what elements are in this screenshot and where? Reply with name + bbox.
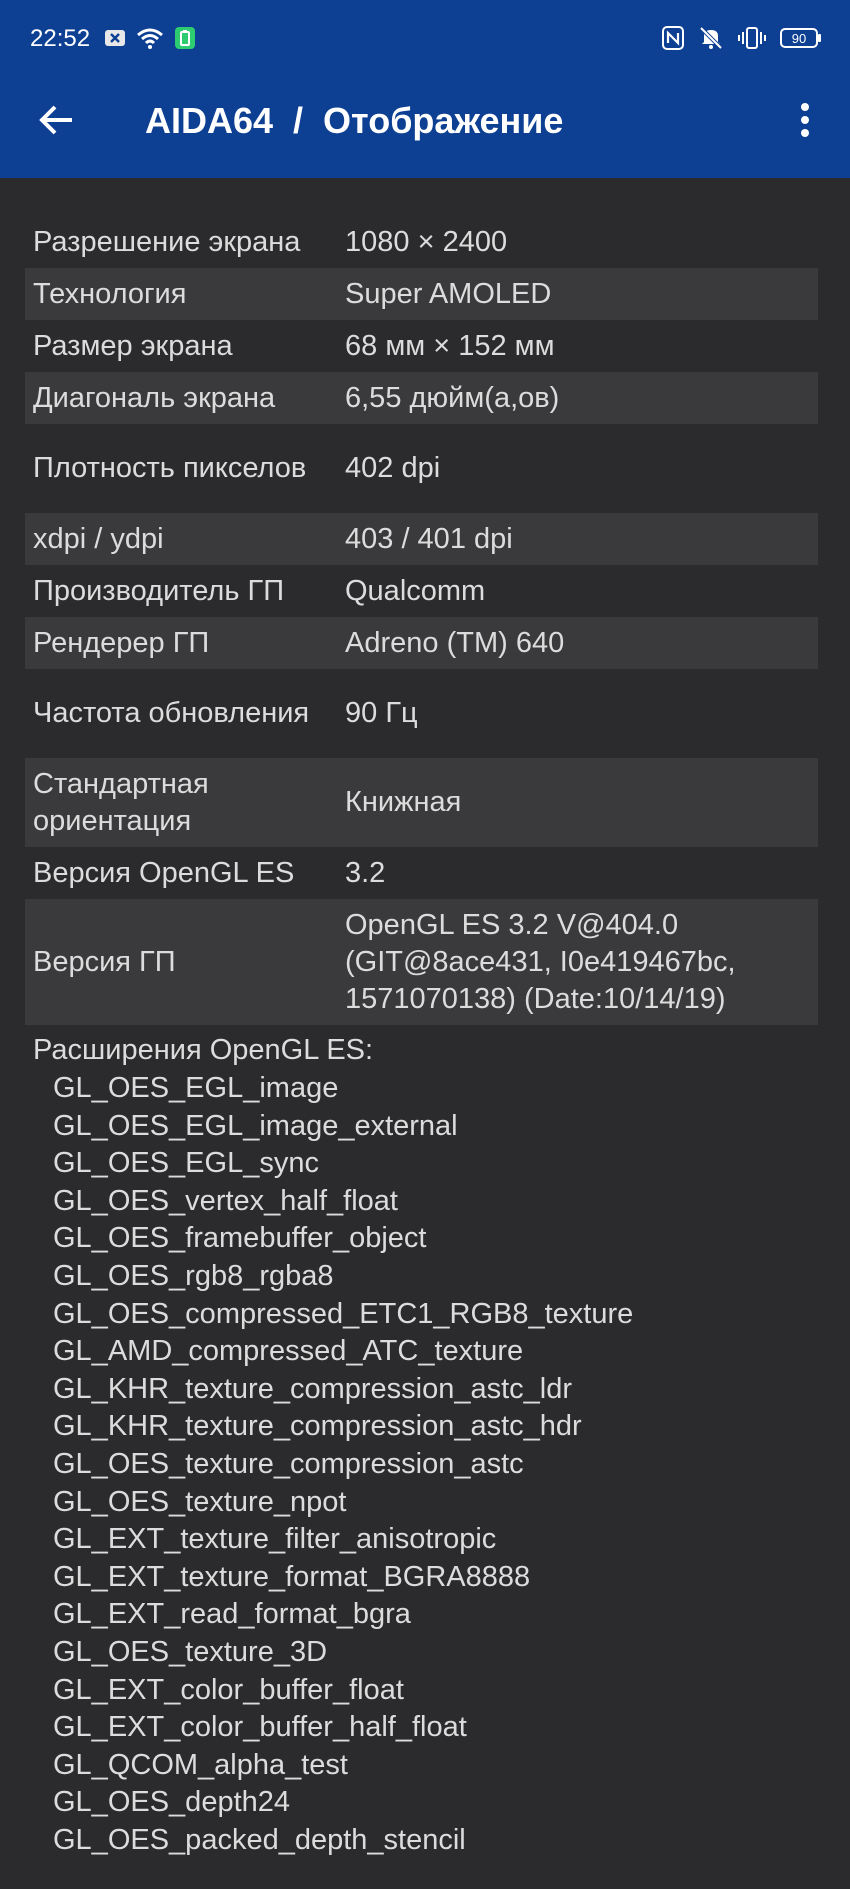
extension-item: GL_OES_EGL_sync — [53, 1147, 319, 1180]
wifi-icon — [136, 27, 164, 54]
info-row: Разрешение экрана 1080 × 2400 — [25, 216, 818, 268]
info-value: 68 мм × 152 мм — [345, 329, 555, 362]
info-value: 403 / 401 dpi — [345, 522, 513, 555]
status-time: 22:52 — [30, 25, 91, 52]
info-key: Стандартная ориентация — [33, 767, 209, 837]
extensions-title: Расширения OpenGL ES: — [33, 1034, 374, 1066]
info-value: Qualcomm — [345, 574, 486, 607]
arrow-back-icon — [38, 104, 74, 141]
info-key: Версия ГП — [33, 945, 176, 978]
info-value: Adreno (TM) 640 — [345, 626, 565, 659]
notification-x-icon — [104, 28, 126, 53]
more-vert-icon — [800, 102, 810, 142]
extension-item: GL_OES_texture_compression_astc — [53, 1447, 524, 1480]
info-row: Размер экрана 68 мм × 152 мм — [25, 320, 818, 372]
extension-item: GL_OES_compressed_ETC1_RGB8_texture — [53, 1297, 634, 1330]
info-value: 3.2 — [345, 856, 386, 889]
info-key: Разрешение экрана — [33, 225, 301, 258]
info-row: Технология Super AMOLED — [25, 268, 818, 320]
info-row: xdpi / ydpi 403 / 401 dpi — [25, 513, 818, 565]
status-right-icons: 90 — [662, 25, 822, 55]
battery-level: 90 — [792, 31, 806, 46]
info-key: Производитель ГП — [33, 574, 285, 607]
info-value: 6,55 дюйм(а,ов) — [345, 381, 560, 414]
info-value: 1080 × 2400 — [345, 225, 508, 258]
info-row: Версия ГП OpenGL ES 3.2 V@404.0 (GIT@8ac… — [25, 899, 818, 1025]
battery-icon: 90 — [780, 27, 822, 54]
extension-item: GL_QCOM_alpha_test — [53, 1748, 348, 1781]
app-bar: AIDA64 / Отображение — [0, 66, 850, 178]
overflow-menu-button[interactable] — [780, 92, 830, 152]
extension-item: GL_OES_EGL_image — [53, 1072, 339, 1104]
info-value: Super AMOLED — [345, 277, 552, 310]
info-key: Технология — [33, 277, 187, 310]
extension-item: GL_OES_depth24 — [53, 1786, 291, 1819]
info-row: Версия OpenGL ES 3.2 — [25, 847, 818, 899]
extension-item: GL_KHR_texture_compression_astc_ldr — [53, 1372, 573, 1405]
extension-item: GL_OES_texture_npot — [53, 1485, 347, 1518]
extension-item: GL_OES_texture_3D — [53, 1635, 328, 1668]
extension-item: GL_EXT_texture_format_BGRA8888 — [53, 1560, 531, 1593]
extension-item: GL_OES_rgb8_rgba8 — [53, 1259, 334, 1292]
info-value: 402 dpi — [345, 452, 441, 484]
extension-item: GL_OES_packed_depth_stencil — [53, 1823, 466, 1856]
battery-saver-icon — [174, 26, 196, 55]
extension-item: GL_EXT_read_format_bgra — [53, 1598, 411, 1631]
extension-item: GL_EXT_color_buffer_float — [53, 1673, 404, 1706]
info-key: Диагональ экрана — [33, 381, 276, 414]
info-key: Рендерер ГП — [33, 626, 210, 659]
vibrate-icon — [738, 26, 766, 55]
status-left-icons — [104, 26, 196, 55]
info-row: Частота обновления 90 Гц — [25, 669, 818, 758]
info-value: OpenGL ES 3.2 V@404.0 (GIT@8ace431, I0e4… — [345, 908, 736, 1015]
status-bar: 22:52 90 — [0, 0, 850, 66]
info-row: Производитель ГП Qualcomm — [25, 565, 818, 617]
mute-icon — [698, 26, 724, 55]
extension-item: GL_OES_EGL_image_external — [53, 1109, 458, 1142]
extensions-list: GL_OES_EGL_image GL_OES_EGL_image_extern… — [53, 1070, 633, 1859]
content-area[interactable]: Разрешение экрана 1080 × 2400 Технология… — [0, 178, 850, 1889]
info-key: Версия OpenGL ES — [33, 856, 295, 889]
extension-item: GL_EXT_texture_filter_anisotropic — [53, 1523, 497, 1556]
page-title: AIDA64 / Отображение — [145, 100, 564, 141]
info-key: Размер экрана — [33, 329, 233, 362]
info-row: Рендерер ГП Adreno (TM) 640 — [25, 617, 818, 669]
info-row: Плотность пикселов 402 dpi — [25, 424, 818, 513]
extension-item: GL_AMD_compressed_ATC_texture — [53, 1335, 524, 1368]
extension-item: GL_OES_framebuffer_object — [53, 1222, 427, 1255]
info-row: Диагональ экрана 6,55 дюйм(а,ов) — [25, 372, 818, 424]
info-key: Частота обновления — [33, 697, 310, 729]
info-key: xdpi / ydpi — [33, 522, 164, 555]
info-key: Плотность пикселов — [33, 452, 307, 484]
info-table: Разрешение экрана 1080 × 2400 Технология… — [0, 216, 850, 1025]
extension-item: GL_EXT_color_buffer_half_float — [53, 1711, 467, 1744]
back-button[interactable] — [26, 92, 86, 152]
nfc-icon — [662, 25, 684, 55]
info-row: Стандартная ориентация Книжная — [25, 758, 818, 847]
info-value: 90 Гц — [345, 697, 418, 729]
info-value: Книжная — [345, 786, 462, 818]
extension-item: GL_KHR_texture_compression_astc_hdr — [53, 1410, 582, 1443]
extension-item: GL_OES_vertex_half_float — [53, 1184, 398, 1217]
